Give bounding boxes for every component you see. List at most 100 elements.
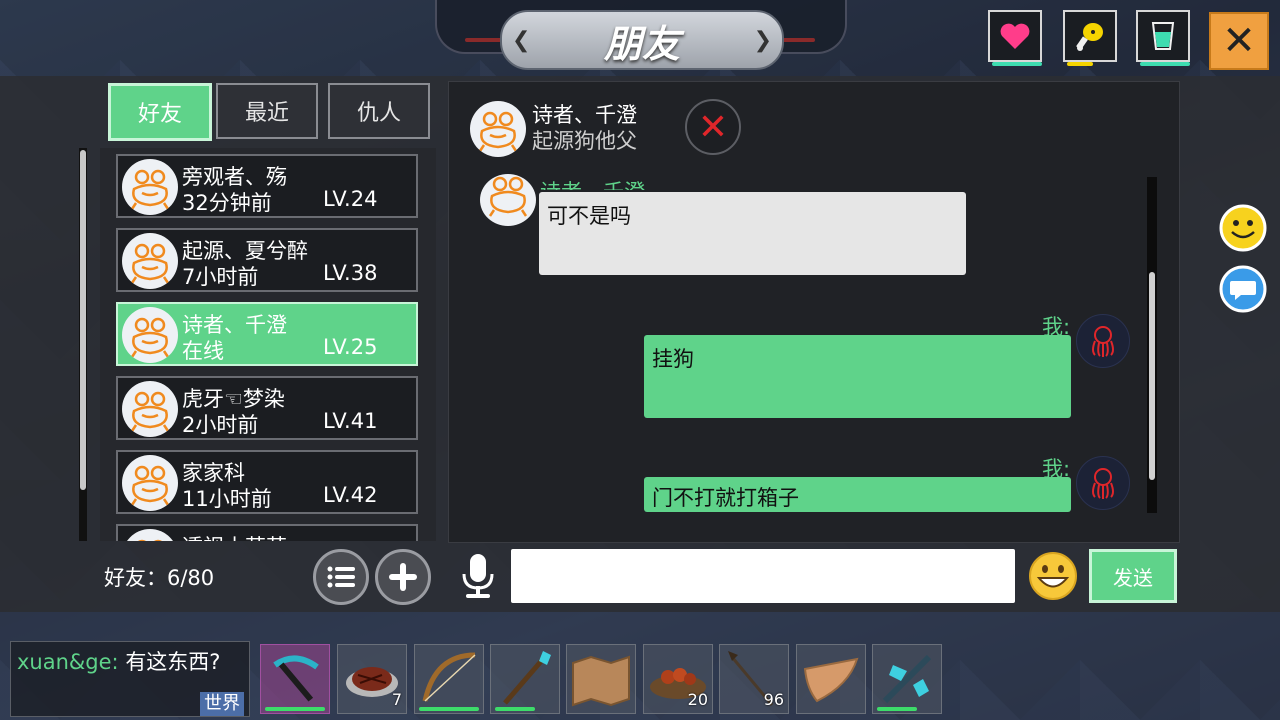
friend-level: LV.24 <box>323 187 378 211</box>
thirst-stat <box>1136 10 1190 66</box>
hotbar-slot-boat[interactable] <box>796 644 866 714</box>
title-ornament-icon: ❮ <box>512 28 531 53</box>
friend-item-selected[interactable]: 诗者、千澄 在线 LV.25 <box>116 302 418 366</box>
plus-icon <box>389 563 417 591</box>
world-chat-message: 有这东西? <box>125 650 221 674</box>
chat-input[interactable] <box>511 549 1015 603</box>
hotbar-slot-bow[interactable] <box>414 644 484 714</box>
world-chat-line: xuan&ge: 有这东西? <box>17 646 220 676</box>
smiley-icon <box>1219 204 1267 252</box>
chat-partner-guild: 起源狗他父 <box>532 129 637 153</box>
send-button[interactable]: 发送 <box>1089 549 1177 603</box>
friend-last-online: 在线 <box>182 339 224 363</box>
item-count: 20 <box>687 690 708 709</box>
delete-friend-button[interactable]: ✕ <box>685 99 741 155</box>
friend-item[interactable]: 透视小萌萌 <box>116 524 418 541</box>
hotbar-slot-steak[interactable]: 7 <box>337 644 407 714</box>
world-chat-sender: xuan&ge <box>17 650 112 674</box>
list-scroll-thumb[interactable] <box>80 150 86 490</box>
durability-bar <box>265 707 325 711</box>
spear-icon <box>503 651 551 705</box>
hotbar-slot-meat-plate[interactable]: 20 <box>643 644 713 714</box>
message-text: 可不是吗 <box>547 204 631 228</box>
item-count: 96 <box>763 690 784 709</box>
frog-avatar-icon <box>122 455 178 511</box>
list-icon <box>327 566 355 588</box>
hotbar-slot-arrow[interactable]: 96 <box>719 644 789 714</box>
frog-avatar-icon <box>122 159 178 215</box>
friend-last-online: 2小时前 <box>182 413 259 437</box>
close-icon: ✕ <box>1222 18 1256 64</box>
tab-label: 仇人 <box>356 101 401 126</box>
frog-avatar-icon <box>122 381 178 437</box>
chat-button[interactable] <box>1219 265 1267 313</box>
send-label: 发送 <box>1113 565 1153 590</box>
world-channel-tag[interactable]: 世界 <box>200 692 244 716</box>
page-title: 朋友 <box>603 21 680 66</box>
frog-avatar-icon <box>480 174 536 226</box>
friend-level: LV.42 <box>323 483 378 507</box>
friend-level: LV.38 <box>323 261 378 285</box>
bow-icon <box>422 652 476 702</box>
friend-level: LV.25 <box>323 335 378 359</box>
message-sender-name: 诗者、千澄 <box>540 176 645 190</box>
frog-avatar-icon <box>122 307 178 363</box>
tab-enemies[interactable]: 仇人 <box>328 83 430 139</box>
chat-scroll-thumb[interactable] <box>1149 272 1155 480</box>
friend-last-online: 32分钟前 <box>182 191 272 215</box>
hotbar-slot-map[interactable] <box>566 644 636 714</box>
hotbar-slot-crossbow[interactable] <box>872 644 942 714</box>
friend-last-online: 11小时前 <box>182 487 272 511</box>
tab-friends[interactable]: 好友 <box>108 83 212 141</box>
friend-level: LV.41 <box>323 409 378 433</box>
friend-item[interactable]: 家家科 11小时前 LV.42 <box>116 450 418 514</box>
message-bubble-sent: 门不打就打箱子 <box>644 477 1071 512</box>
boat-icon <box>803 657 859 703</box>
tab-label: 最近 <box>244 101 289 126</box>
friend-item[interactable]: 旁观者、殇 32分钟前 LV.24 <box>116 154 418 218</box>
hunger-stat <box>1063 10 1117 66</box>
thirst-bar <box>1140 62 1190 66</box>
microphone-icon <box>462 554 494 598</box>
map-icon <box>572 655 630 707</box>
world-chat-separator: : <box>111 650 119 674</box>
chat-bubble-icon <box>1219 265 1267 313</box>
octopus-avatar-icon <box>1076 314 1130 368</box>
tab-label: 好友 <box>137 102 182 127</box>
crossbow-icon <box>882 654 932 704</box>
friend-menu-button[interactable] <box>313 549 369 605</box>
close-button[interactable]: ✕ <box>1209 12 1269 70</box>
frog-avatar-icon <box>122 233 178 289</box>
friend-list: 旁观者、殇 32分钟前 LV.24 起源、夏兮醉 7小时前 LV.38 诗者、千… <box>100 148 436 541</box>
grin-emoji-icon <box>1029 552 1077 600</box>
hunger-bar <box>1067 62 1093 66</box>
health-stat <box>988 10 1042 66</box>
message-text: 挂狗 <box>652 347 694 371</box>
durability-bar <box>495 707 535 711</box>
durability-bar <box>877 707 917 711</box>
message-bubble-received: 可不是吗 <box>539 192 966 275</box>
pickaxe-icon <box>273 655 319 702</box>
title-banner: ❮ 朋友 ❯ <box>500 10 784 70</box>
octopus-avatar-icon <box>1076 456 1130 510</box>
add-friend-button[interactable] <box>375 549 431 605</box>
hotbar-slot-pickaxe[interactable] <box>260 644 330 714</box>
hotbar-slot-crystal-spear[interactable] <box>490 644 560 714</box>
friend-name: 透视小萌萌 <box>182 531 287 541</box>
frog-avatar-icon <box>122 529 178 541</box>
item-count: 7 <box>391 690 402 709</box>
title-ornament-icon: ❯ <box>753 28 772 53</box>
friend-item[interactable]: 起源、夏兮醉 7小时前 LV.38 <box>116 228 418 292</box>
friend-item[interactable]: 虎牙☜梦染 2小时前 LV.41 <box>116 376 418 440</box>
tab-recent[interactable]: 最近 <box>216 83 318 139</box>
water-glass-icon <box>1151 22 1175 50</box>
friend-count: 好友：6/80 <box>104 566 215 590</box>
emoji-button[interactable] <box>1028 551 1078 601</box>
emote-button[interactable] <box>1219 204 1267 252</box>
message-text: 门不打就打箱子 <box>652 486 799 510</box>
health-bar <box>992 62 1042 66</box>
heart-icon <box>1000 23 1030 49</box>
drumstick-icon <box>1076 23 1103 51</box>
x-icon: ✕ <box>697 106 729 148</box>
voice-button[interactable] <box>458 552 498 602</box>
